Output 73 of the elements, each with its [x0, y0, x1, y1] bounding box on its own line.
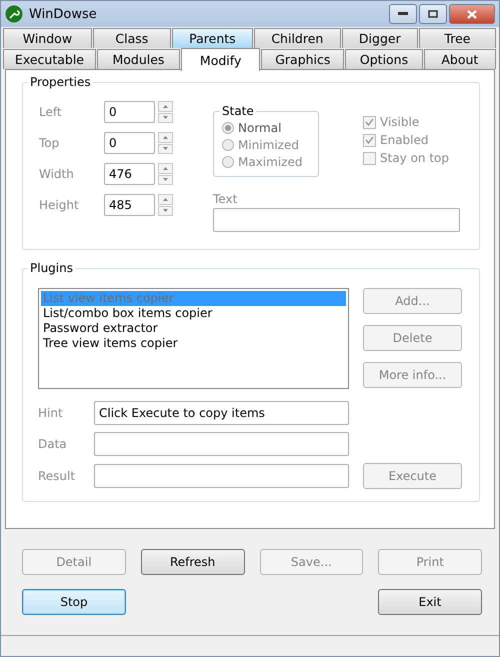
text-field[interactable] — [94, 432, 349, 456]
close-icon — [467, 10, 477, 18]
checkbox[interactable] — [363, 134, 376, 146]
action-button[interactable]: Refresh — [140, 549, 244, 575]
field-label: Data — [38, 437, 68, 451]
field-label: Result — [38, 469, 76, 483]
action-button[interactable]: Stop — [22, 589, 126, 615]
up-icon — [163, 104, 168, 108]
option-label: Minimized — [238, 138, 299, 152]
number-field[interactable]: 0 — [104, 132, 155, 154]
field-label: Height — [39, 198, 80, 212]
tab[interactable]: Options — [345, 49, 423, 69]
close-button[interactable] — [449, 4, 495, 24]
plugin-list[interactable]: List view items copier List/combo box items copier Password extractor Tree view items copier — [38, 288, 349, 389]
up-icon — [163, 198, 168, 201]
maximize-icon — [428, 10, 438, 18]
option-label: Maximized — [238, 155, 302, 169]
window-title: WinDowse — [29, 6, 97, 22]
action-button[interactable]: Exit — [378, 589, 482, 615]
tab[interactable]: Modify — [181, 48, 260, 71]
number-field[interactable]: 476 — [104, 163, 155, 185]
group-title: Plugins — [28, 261, 75, 275]
checkbox-label: Enabled — [380, 133, 428, 147]
field-label: Width — [39, 167, 75, 181]
spinner[interactable] — [158, 194, 173, 216]
spinner[interactable] — [158, 163, 173, 185]
tab[interactable]: Children — [254, 28, 341, 48]
app-icon — [5, 5, 23, 23]
radio-option[interactable]: Normal — [222, 121, 312, 135]
minimize-icon — [398, 12, 408, 16]
number-field[interactable]: 0 — [104, 101, 155, 123]
up-icon — [163, 166, 168, 170]
tab[interactable]: Digger — [342, 28, 418, 48]
check-icon — [365, 136, 374, 144]
down-icon — [163, 116, 168, 120]
text-field[interactable] — [213, 208, 460, 232]
maximize-button[interactable] — [419, 4, 447, 24]
down-icon — [163, 147, 168, 150]
tab[interactable]: Parents — [172, 28, 253, 48]
minimize-button[interactable] — [389, 4, 417, 24]
radio-button[interactable] — [222, 139, 234, 151]
list-item[interactable]: Tree view items copier — [41, 336, 346, 351]
group-title: State — [220, 104, 256, 118]
down-icon — [163, 178, 168, 182]
tab[interactable]: Executable — [3, 49, 96, 69]
tab[interactable]: Modules — [96, 49, 180, 69]
spinner[interactable] — [158, 101, 173, 123]
text-field[interactable]: Click Execute to copy items — [94, 401, 349, 425]
down-icon — [163, 209, 168, 212]
up-icon — [163, 136, 168, 139]
spinner[interactable] — [158, 132, 173, 154]
option-label: Normal — [238, 121, 282, 135]
check-icon — [365, 118, 374, 126]
field-label: Top — [39, 136, 60, 150]
tab[interactable]: Tree — [418, 28, 496, 48]
tab[interactable]: About — [424, 49, 496, 69]
number-field[interactable]: 485 — [104, 194, 155, 216]
group-title: Properties — [28, 75, 93, 89]
checkbox-label: Stay on top — [380, 151, 450, 165]
checkbox[interactable] — [363, 116, 376, 128]
field-label: Left — [39, 105, 63, 119]
text-field[interactable] — [94, 464, 349, 488]
list-item[interactable]: Password extractor — [41, 321, 346, 336]
checkbox[interactable] — [363, 152, 376, 164]
tab[interactable]: Window — [3, 28, 92, 48]
field-label: Text — [213, 192, 238, 206]
list-item[interactable]: List/combo box items copier — [41, 306, 346, 321]
tab[interactable]: Graphics — [261, 49, 344, 69]
tab[interactable]: Class — [92, 28, 171, 48]
field-label: Hint — [38, 406, 64, 420]
checkbox-label: Visible — [380, 115, 420, 129]
radio-button[interactable] — [222, 156, 234, 168]
radio-button[interactable] — [222, 122, 234, 134]
